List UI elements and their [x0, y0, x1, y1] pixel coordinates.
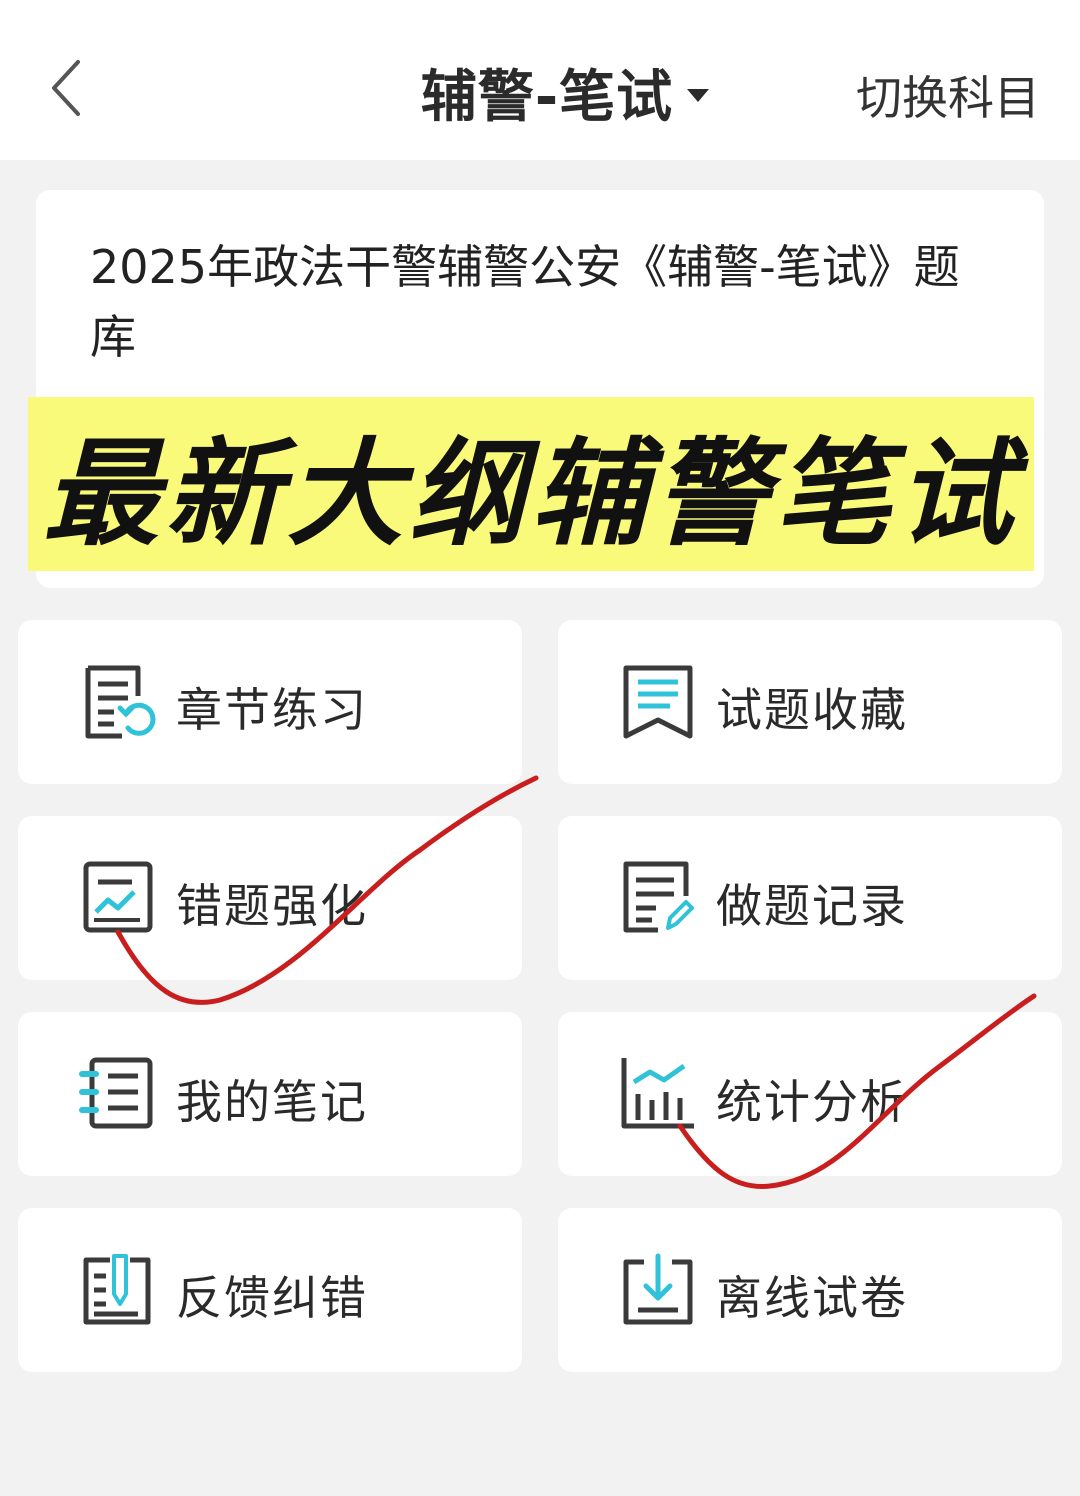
menu-label: 章节练习 [176, 683, 368, 737]
menu-label: 反馈纠错 [176, 1271, 368, 1325]
promo-banner: 最新大纲辅警笔试 [28, 397, 1034, 571]
menu-label: 我的笔记 [176, 1075, 368, 1129]
banner-text: 最新大纲辅警笔试 [43, 427, 1019, 562]
menu-practice-records[interactable]: 做题记录 [558, 816, 1062, 980]
menu-statistics[interactable]: 统计分析 [558, 1012, 1062, 1176]
top-bar: 辅警-笔试 切换科目 [0, 0, 1080, 160]
bar-chart-icon [621, 1058, 694, 1129]
menu-label: 试题收藏 [716, 683, 908, 737]
menu-label: 错题强化 [176, 879, 368, 933]
menu-chapter-practice[interactable]: 章节练习 [18, 620, 522, 784]
menu-label: 做题记录 [716, 879, 908, 933]
bookmark-icon [623, 665, 693, 739]
page-title: 辅警-笔试 [420, 64, 674, 130]
download-icon [623, 1253, 693, 1325]
notes-list-icon [79, 1057, 153, 1129]
caret-down-icon [687, 88, 710, 102]
menu-offline-papers[interactable]: 离线试卷 [558, 1208, 1062, 1372]
feedback-pen-icon [83, 1254, 151, 1325]
chapter-practice-icon [85, 665, 156, 739]
exam-bank-title: 2025年政法干警辅警公安《辅警-笔试》题库 [90, 240, 960, 364]
menu-label: 离线试卷 [716, 1271, 908, 1325]
switch-subject-button[interactable]: 切换科目 [856, 62, 1040, 128]
menu-question-favorites[interactable]: 试题收藏 [558, 620, 1062, 784]
menu-feedback[interactable]: 反馈纠错 [18, 1208, 522, 1372]
menu-my-notes[interactable]: 我的笔记 [18, 1012, 522, 1176]
menu-label: 统计分析 [716, 1075, 908, 1129]
edit-record-icon [623, 861, 694, 933]
menu-wrong-questions[interactable]: 错题强化 [18, 816, 522, 980]
trend-chart-icon [83, 861, 153, 933]
